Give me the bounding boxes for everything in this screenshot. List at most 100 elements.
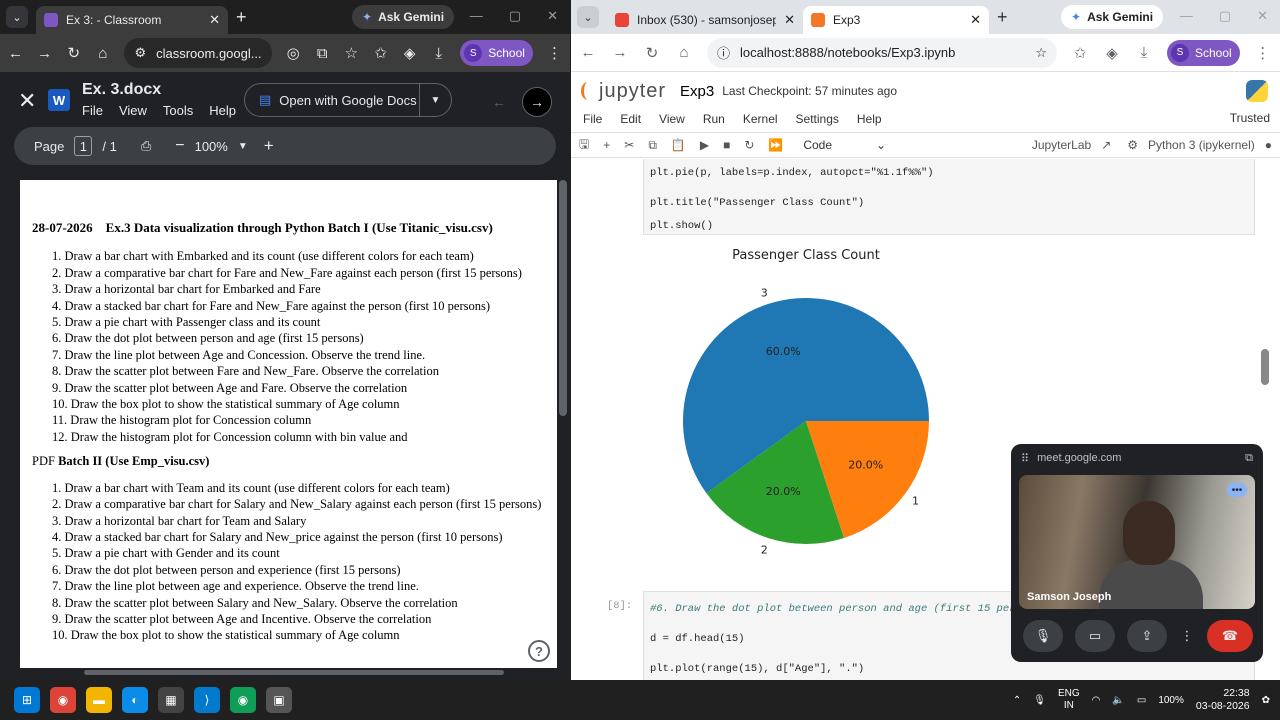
home-icon[interactable]: ⌂ <box>675 44 693 61</box>
notebook-name[interactable]: Exp3 <box>680 83 714 100</box>
trusted-indicator[interactable]: Trusted <box>1230 111 1270 125</box>
paste-icon[interactable]: 📋 <box>671 138 686 152</box>
more-vert-icon[interactable]: ⋮ <box>1179 620 1195 652</box>
cut-icon[interactable]: ✂ <box>624 138 634 152</box>
address-bar[interactable]: ⚙ classroom.googl... <box>124 38 272 68</box>
shield-icon[interactable]: ◈ <box>402 44 417 62</box>
tab-close-icon[interactable]: ✕ <box>209 12 220 28</box>
battery-icon[interactable]: ▭ <box>1137 695 1146 706</box>
copilot-icon[interactable]: ✿ <box>1262 695 1270 706</box>
kernel-name[interactable]: Python 3 (ipykernel) <box>1148 138 1255 152</box>
next-file-icon[interactable]: → <box>522 87 552 117</box>
chevron-down-icon[interactable]: ▼ <box>419 84 451 116</box>
app-icon[interactable]: ▣ <box>266 687 292 713</box>
menu-help[interactable]: Help <box>857 112 882 126</box>
code-cell-pie[interactable]: plt.pie(p, labels=p.index, autopct="%1.1… <box>643 159 1255 235</box>
zoom-in-icon[interactable]: + <box>264 136 274 156</box>
wifi-icon[interactable]: ◠ <box>1092 695 1101 706</box>
bookmark-star-icon[interactable]: ☆ <box>1035 45 1047 61</box>
tab-inbox[interactable]: Inbox (530) - samsonjoseph@ ✕ <box>607 6 803 34</box>
print-icon[interactable]: ⎙ <box>141 138 151 154</box>
forward-icon[interactable]: → <box>37 45 52 62</box>
minimize-icon[interactable]: — <box>1180 8 1193 24</box>
tab-exp3[interactable]: Exp3 ✕ <box>803 6 989 34</box>
return-to-tab-icon[interactable]: ⧉ <box>1245 452 1253 465</box>
menu-run[interactable]: Run <box>703 112 725 126</box>
cell-type-select[interactable]: Code ⌄ <box>803 138 886 152</box>
windows-start-icon[interactable]: ⊞ <box>14 687 40 713</box>
menu-kebab-icon[interactable]: ⋮ <box>1254 44 1272 62</box>
page-number-input[interactable]: 1 <box>74 136 93 156</box>
tab-close-icon[interactable]: ✕ <box>970 12 981 28</box>
chrome-icon[interactable]: ◉ <box>50 687 76 713</box>
store-icon[interactable]: ▦ <box>158 687 184 713</box>
address-bar[interactable]: ⓘ localhost:8888/notebooks/Exp3.ipynb ☆ <box>707 37 1057 68</box>
tab-search-button[interactable]: ⌄ <box>577 6 599 28</box>
restart-icon[interactable]: ↻ <box>744 138 754 152</box>
new-tab-icon[interactable]: + <box>236 7 247 28</box>
shield-icon[interactable]: ◈ <box>1103 44 1121 62</box>
previous-file-icon[interactable]: ← <box>484 87 514 117</box>
menu-view[interactable]: View <box>659 112 685 126</box>
more-options-icon[interactable]: ••• <box>1227 483 1247 497</box>
bookmark-star-icon[interactable]: ☆ <box>344 44 359 62</box>
back-icon[interactable]: ← <box>579 44 597 61</box>
profile-button[interactable]: S School <box>1167 39 1240 66</box>
back-icon[interactable]: ← <box>8 45 23 62</box>
run-icon[interactable]: ▶ <box>700 138 709 152</box>
camera-icon[interactable]: ▭ <box>1075 620 1115 652</box>
menu-help[interactable]: Help <box>209 103 236 118</box>
vertical-scrollbar[interactable] <box>559 180 567 416</box>
close-viewer-icon[interactable]: ✕ <box>18 88 36 114</box>
new-tab-icon[interactable]: + <box>997 7 1008 28</box>
edge-icon[interactable]: ◐ <box>122 687 148 713</box>
menu-kebab-icon[interactable]: ⋮ <box>547 44 562 62</box>
profile-button[interactable]: S School <box>460 40 533 66</box>
zoom-level[interactable]: 100% <box>195 139 228 154</box>
menu-kernel[interactable]: Kernel <box>743 112 778 126</box>
download-icon[interactable]: ⤓ <box>1135 44 1153 61</box>
site-info-icon[interactable]: ⓘ <box>717 43 730 62</box>
tab-search-button[interactable]: ⌄ <box>6 6 28 28</box>
extensions-icon[interactable]: ✩ <box>373 44 388 62</box>
save-icon[interactable]: 🖫 <box>579 135 589 156</box>
site-info-icon[interactable]: ⚙ <box>134 45 146 61</box>
language-indicator[interactable]: ENG IN <box>1058 688 1080 712</box>
reload-icon[interactable]: ↻ <box>643 44 661 62</box>
restart-run-all-icon[interactable]: ⏩ <box>768 138 783 152</box>
menu-tools[interactable]: Tools <box>163 103 193 118</box>
menu-settings[interactable]: Settings <box>796 112 839 126</box>
home-icon[interactable]: ⌂ <box>95 45 110 62</box>
reload-icon[interactable]: ↻ <box>66 44 81 62</box>
open-with-google-docs-button[interactable]: ▤ Open with Google Docs ▼ <box>244 83 452 117</box>
help-icon[interactable]: ? <box>528 640 550 662</box>
horizontal-scrollbar[interactable] <box>84 670 504 675</box>
tray-overflow-icon[interactable]: ⌃ <box>1013 695 1021 706</box>
menu-view[interactable]: View <box>119 103 147 118</box>
window-close-icon[interactable]: ✕ <box>1257 8 1268 24</box>
minimize-icon[interactable]: — <box>470 8 483 24</box>
forward-icon[interactable]: → <box>611 44 629 61</box>
insert-cell-icon[interactable]: + <box>603 138 610 152</box>
jupyterlab-link[interactable]: JupyterLab <box>1032 138 1091 152</box>
download-icon[interactable]: ⤓ <box>431 45 446 62</box>
tab-close-icon[interactable]: ✕ <box>784 12 795 28</box>
meet-pip-window[interactable]: ⠿ meet.google.com ⧉ ••• Samson Joseph 🎙 … <box>1011 444 1263 662</box>
zoom-dropdown-icon[interactable]: ▼ <box>238 141 248 152</box>
chrome-profile-icon[interactable]: ◉ <box>230 687 256 713</box>
zoom-out-icon[interactable]: − <box>175 137 184 155</box>
notebook-scrollbar[interactable] <box>1261 349 1269 385</box>
window-close-icon[interactable]: ✕ <box>547 8 558 24</box>
clock[interactable]: 22:38 03-08-2026 <box>1196 687 1250 713</box>
install-icon[interactable]: ⧉ <box>315 45 330 62</box>
volume-icon[interactable]: 🔈 <box>1112 695 1124 706</box>
jupyter-logo[interactable]: jupyter <box>581 80 666 103</box>
tab-classroom[interactable]: Ex 3: - Classroom ✕ <box>36 6 228 34</box>
microphone-icon[interactable]: 🎙 <box>1023 620 1063 652</box>
lens-icon[interactable]: ◎ <box>286 44 301 62</box>
vscode-icon[interactable]: ⟩ <box>194 687 220 713</box>
file-explorer-icon[interactable]: ▬ <box>86 687 112 713</box>
maximize-icon[interactable]: ▢ <box>509 8 521 24</box>
end-call-icon[interactable]: ☎ <box>1207 620 1253 652</box>
present-screen-icon[interactable]: ⇪ <box>1127 620 1167 652</box>
